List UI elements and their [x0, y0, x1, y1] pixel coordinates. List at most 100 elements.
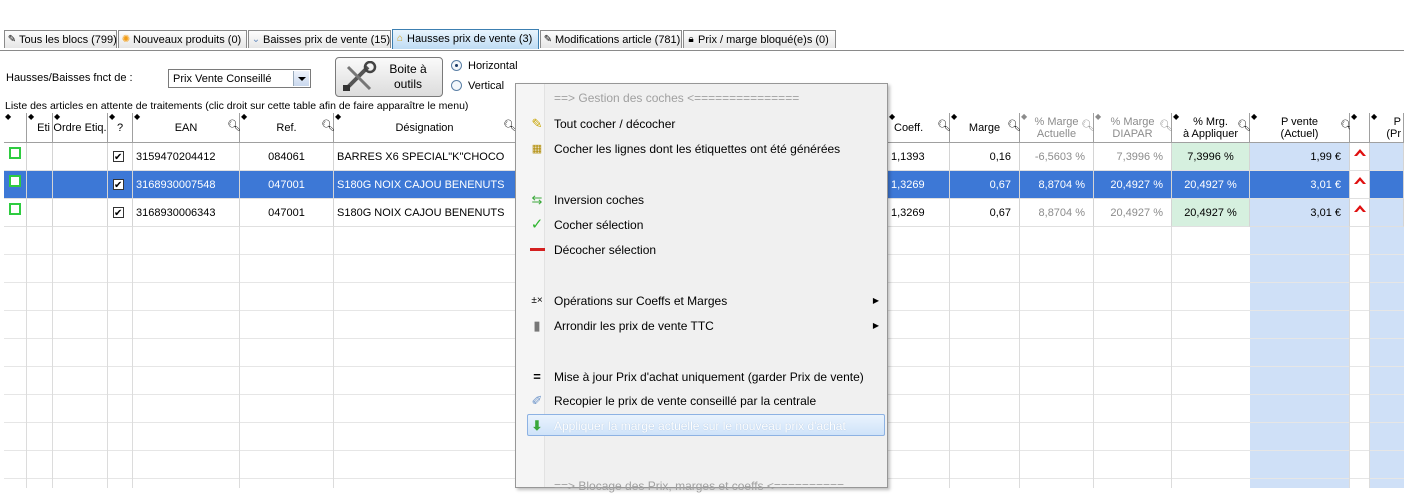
pvente-prop-cell: [1370, 171, 1404, 199]
col-header-marge-actuelle[interactable]: ◆% Marge Actuelle 🔍︎: [1020, 113, 1095, 143]
mrg-appliquer-cell: 20,4927 %: [1172, 199, 1250, 227]
search-icon[interactable]: 🔍︎: [503, 119, 517, 132]
equals-icon: =: [533, 369, 541, 384]
menu-item-decocher-selection[interactable]: Décocher sélection: [516, 239, 887, 261]
col-header-mrg-appliquer[interactable]: ◆% Mrg. à Appliquer 🔍︎: [1172, 113, 1251, 143]
menu-item-maj-prix-achat[interactable]: = Mise à jour Prix d'achat uniquement (g…: [516, 366, 887, 388]
eti-cell: [27, 199, 53, 227]
search-icon[interactable]: 🔍︎: [1340, 119, 1354, 132]
tab-baisses-prix[interactable]: ⌄ Baisses prix de vente (15): [248, 30, 391, 48]
pvente-cell: 3,01 €: [1250, 199, 1350, 227]
status-cell[interactable]: [4, 171, 27, 199]
tools-icon: [343, 61, 377, 91]
menu-item-inversion-coches[interactable]: ⇆ Inversion coches: [516, 189, 887, 211]
pvente-prop-cell: [1370, 143, 1404, 171]
ordre-cell: [53, 171, 108, 199]
status-square-icon: [9, 203, 21, 215]
search-icon[interactable]: 🔍︎: [227, 119, 241, 132]
indicator-cell: [1350, 143, 1370, 171]
marge-actuelle-cell: -6,5603 %: [1020, 143, 1094, 171]
submenu-arrow-icon: ▶: [872, 321, 879, 330]
marge-actuelle-cell: 8,8704 %: [1020, 199, 1094, 227]
barcode-icon: ▦: [531, 143, 543, 155]
marge-diapar-cell: 20,4927 %: [1094, 171, 1172, 199]
check-cell[interactable]: [108, 143, 133, 171]
indicator-cell: [1350, 199, 1370, 227]
row-checkbox[interactable]: [113, 144, 124, 170]
ean-cell: 3159470204412: [133, 143, 240, 171]
list-caption: Liste des articles en attente de traitem…: [5, 100, 469, 112]
search-icon[interactable]: 🔍︎: [321, 119, 335, 132]
designation-cell: BARRES X6 SPECIAL"K"CHOCO: [334, 143, 516, 171]
context-menu[interactable]: ==> Gestion des coches <=============== …: [515, 83, 888, 493]
col-header-ref[interactable]: ◆ Ref. 🔍︎: [240, 113, 335, 143]
tab-nouveaux-produits[interactable]: ✺ Nouveaux produits (0): [118, 30, 247, 48]
ordre-cell: [53, 199, 108, 227]
coeff-cell: 1,3269: [888, 199, 950, 227]
col-header-question[interactable]: ◆?: [108, 113, 133, 143]
menu-item-cocher-selection[interactable]: ✓ Cocher sélection: [516, 214, 887, 236]
check-cell[interactable]: [108, 199, 133, 227]
col-header-marge-diapar[interactable]: ◆% Marge DIAPAR 🔍︎: [1094, 113, 1173, 143]
price-function-select[interactable]: Prix Vente Conseillé: [168, 69, 311, 88]
coeff-cell: 1,1393: [888, 143, 950, 171]
col-header-coeff[interactable]: ◆ Coeff. 🔍︎: [888, 113, 951, 143]
tab-bar: ✎ Tous les blocs (799) ✺ Nouveaux produits…: [0, 29, 1404, 51]
menu-header-gestion-coches: ==> Gestion des coches <===============: [554, 91, 800, 105]
search-icon[interactable]: 🔍︎: [1159, 119, 1173, 132]
col-header-marge[interactable]: ◆ Marge 🔍︎: [950, 113, 1021, 143]
mrg-appliquer-cell: 20,4927 %: [1172, 171, 1250, 199]
pvente-cell: 3,01 €: [1250, 171, 1350, 199]
status-cell[interactable]: [4, 199, 27, 227]
ordre-cell: [53, 143, 108, 171]
menu-item-tout-cocher[interactable]: ✎ Tout cocher / décocher: [516, 113, 887, 135]
marge-diapar-cell: 7,3996 %: [1094, 143, 1172, 171]
search-icon[interactable]: 🔍︎: [1237, 119, 1251, 132]
search-icon[interactable]: 🔍︎: [937, 119, 951, 132]
pencil-icon: ✎: [7, 34, 17, 45]
col-header-ordre[interactable]: ◆ Ordre Etiq.: [53, 113, 108, 143]
pencil-icon: ✎: [543, 34, 553, 45]
menu-item-operations-coeffs[interactable]: ±× Opérations sur Coeffs et Marges ▶: [516, 290, 887, 312]
radio-vertical[interactable]: [451, 80, 462, 91]
search-icon[interactable]: 🔍︎: [1081, 119, 1095, 132]
check-cell[interactable]: [108, 171, 133, 199]
toolbox-button[interactable]: Boite à outils: [335, 57, 443, 97]
status-cell[interactable]: [4, 143, 27, 171]
row-checkbox[interactable]: [113, 172, 124, 198]
chevron-down-icon[interactable]: [293, 71, 309, 86]
radio-horizontal[interactable]: [451, 60, 462, 71]
radio-vertical-label: Vertical: [468, 80, 505, 92]
col-header-pvente[interactable]: ◆ P vente (Actuel) 🔍︎: [1250, 113, 1354, 143]
tab-hausses-prix[interactable]: ⌂ Hausses prix de vente (3): [392, 29, 539, 49]
ean-cell: 3168930006343: [133, 199, 240, 227]
col-header-pvente-prop[interactable]: ◆ P (Pr: [1370, 113, 1404, 143]
tab-tous-les-blocs[interactable]: ✎ Tous les blocs (799): [4, 30, 117, 48]
coeff-cell: 1,3269: [888, 171, 950, 199]
menu-item-arrondir-prix[interactable]: ▮ Arrondir les prix de vente TTC ▶: [516, 315, 887, 337]
eti-cell: [27, 143, 53, 171]
eti-cell: [27, 171, 53, 199]
col-header-ean[interactable]: ◆ EAN 🔍︎: [133, 113, 241, 143]
tab-prix-marge-bloques[interactable]: 🔒︎ Prix / marge bloqué(e)s (0): [683, 30, 836, 48]
col-header-eti[interactable]: ◆ Eti: [27, 113, 53, 143]
chevron-down-icon: ⌄: [251, 34, 261, 45]
search-icon[interactable]: 🔍︎: [1007, 119, 1021, 132]
ean-cell: 3168930007548: [133, 171, 240, 199]
menu-item-recopier-prix[interactable]: ✐ Recopier le prix de vente conseillé pa…: [516, 390, 887, 412]
copy-icon: ✐: [531, 393, 543, 408]
row-checkbox[interactable]: [113, 200, 124, 226]
math-icon: ±×: [531, 295, 543, 306]
col-header-status[interactable]: ◆: [4, 113, 27, 143]
price-up-icon: [1354, 205, 1366, 212]
ref-cell: 084061: [240, 143, 334, 171]
tab-modifications-article[interactable]: ✎ Modifications article (781): [540, 30, 682, 48]
col-header-designation[interactable]: ◆ Désignation 🔍︎: [334, 113, 517, 143]
col-header-indicator[interactable]: ◆: [1350, 113, 1370, 143]
pvente-prop-cell: [1370, 199, 1404, 227]
menu-item-cocher-etiquettes[interactable]: ▦ Cocher les lignes dont les étiquettes …: [516, 138, 887, 160]
minus-icon: [529, 243, 545, 257]
check-icon: ✓: [530, 216, 544, 233]
menu-item-appliquer-marge[interactable]: ⬇ Appliquer la marge actuelle sur le nou…: [527, 414, 885, 436]
ref-cell: 047001: [240, 199, 334, 227]
